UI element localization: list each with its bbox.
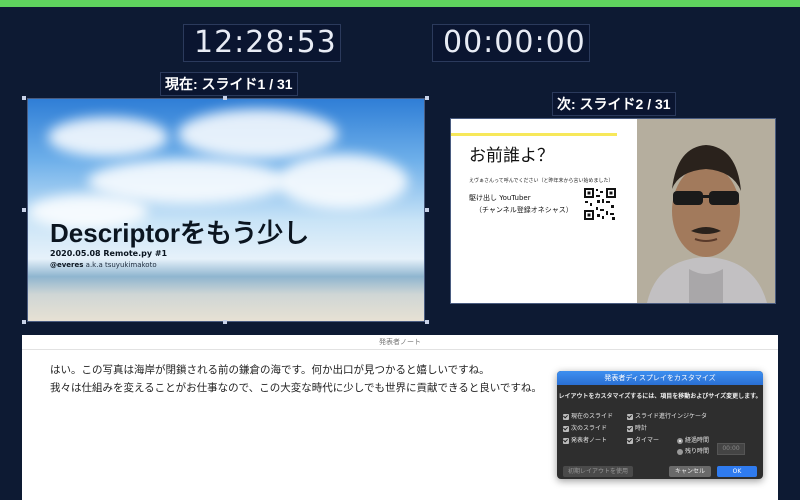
resize-handle[interactable] [223, 96, 227, 100]
resize-handle[interactable] [425, 208, 429, 212]
checkbox-icon [563, 425, 569, 432]
author-handle: @everes [50, 261, 84, 269]
checkbox-timer[interactable]: タイマー [627, 435, 659, 444]
checkbox-next-slide[interactable]: 次のスライド [563, 423, 607, 432]
notes-text: はい。この写真は海岸が閉鎖される前の鎌倉の海です。何か出口が見つかると嬉しいです… [50, 361, 542, 397]
resize-handle[interactable] [223, 320, 227, 324]
checkbox-label: スライド進行インジケータ [635, 413, 708, 420]
next-slide-title: お前誰よ？ [469, 146, 554, 165]
author-aka: a.k.a tsuyukimakoto [83, 261, 157, 269]
resize-handle[interactable] [425, 96, 429, 100]
slide-title: Descriptorをもう少し [50, 218, 310, 248]
checkbox-current-slide[interactable]: 現在のスライド [563, 411, 613, 420]
checkbox-icon [627, 437, 633, 444]
checkbox-label: 時計 [635, 425, 648, 432]
checkbox-icon [563, 413, 569, 420]
next-slide-channel: （チャンネル登録オネシャス） [475, 206, 573, 214]
checkbox-presenter-notes[interactable]: 発表者ノート [563, 435, 607, 444]
next-slide-youtuber: 駆け出し YouTuber [469, 194, 531, 202]
cloud [278, 154, 408, 209]
checkbox-label: 発表者ノート [571, 437, 608, 444]
customize-display-dialog: 発表者ディスプレイをカスタマイズ レイアウトをカスタマイズするには、項目を移動お… [557, 371, 763, 479]
current-time-clock[interactable]: 12:28:53 [183, 24, 341, 62]
current-slide-label: 現在: スライド1 / 31 [160, 72, 298, 96]
radio-elapsed-time[interactable]: 経過時間 [677, 435, 709, 444]
checkbox-icon [627, 425, 633, 432]
radio-icon [677, 448, 683, 455]
dialog-title: 発表者ディスプレイをカスタマイズ [557, 371, 763, 385]
radio-selected-icon [677, 437, 683, 444]
resize-handle[interactable] [22, 320, 26, 324]
resize-handle[interactable] [425, 320, 429, 324]
checkbox-progress-indicator[interactable]: スライド進行インジケータ [627, 411, 707, 420]
yellow-stripe [451, 133, 617, 136]
ok-button[interactable]: OK [717, 466, 757, 477]
cloud [178, 109, 338, 159]
elapsed-timer[interactable]: 00:00:00 [432, 24, 590, 62]
checkbox-clock[interactable]: 時計 [627, 423, 647, 432]
next-slide-note: えヴぁさんって呼んでください（と昨年末から言い始めました） [469, 178, 614, 184]
notes-line: 我々は仕組みを変えることがお仕事なので、この大変な時代に少しでも世界に貢献できる… [50, 382, 542, 394]
notes-header: 発表者ノート [22, 335, 778, 350]
resize-handle[interactable] [22, 96, 26, 100]
next-slide-label: 次: スライド2 / 31 [552, 92, 676, 116]
resize-handle[interactable] [22, 208, 26, 212]
dialog-description: レイアウトをカスタマイズするには、項目を移動およびサイズ変更します。 [558, 393, 762, 400]
top-accent-bar [0, 0, 800, 7]
slide-author: @everes a.k.a tsuyukimakoto [50, 261, 157, 269]
presenter-photo [637, 119, 775, 303]
current-slide-preview[interactable]: Descriptorをもう少し 2020.05.08 Remote.py #1 … [27, 98, 425, 322]
radio-remaining-time[interactable]: 残り時間 [677, 446, 709, 455]
checkbox-label: 現在のスライド [571, 413, 614, 420]
use-default-layout-button[interactable]: 初期レイアウトを使用 [563, 466, 633, 477]
radio-label: 残り時間 [685, 448, 710, 455]
slide-subtitle: 2020.05.08 Remote.py #1 [50, 249, 168, 258]
checkbox-label: タイマー [635, 437, 660, 444]
cancel-button[interactable]: キャンセル [669, 466, 711, 477]
checkbox-label: 次のスライド [571, 425, 608, 432]
qr-code-icon [583, 187, 617, 221]
checkbox-icon [627, 413, 633, 420]
next-slide-preview[interactable]: お前誰よ？ えヴぁさんって呼んでください（と昨年末から言い始めました） 駆け出し… [450, 118, 776, 304]
remaining-time-input[interactable]: 00:00 [717, 443, 745, 455]
checkbox-icon [563, 437, 569, 444]
radio-label: 経過時間 [685, 437, 710, 444]
notes-line: はい。この写真は海岸が閉鎖される前の鎌倉の海です。何か出口が見つかると嬉しいです… [50, 364, 490, 376]
cloud [48, 117, 168, 157]
